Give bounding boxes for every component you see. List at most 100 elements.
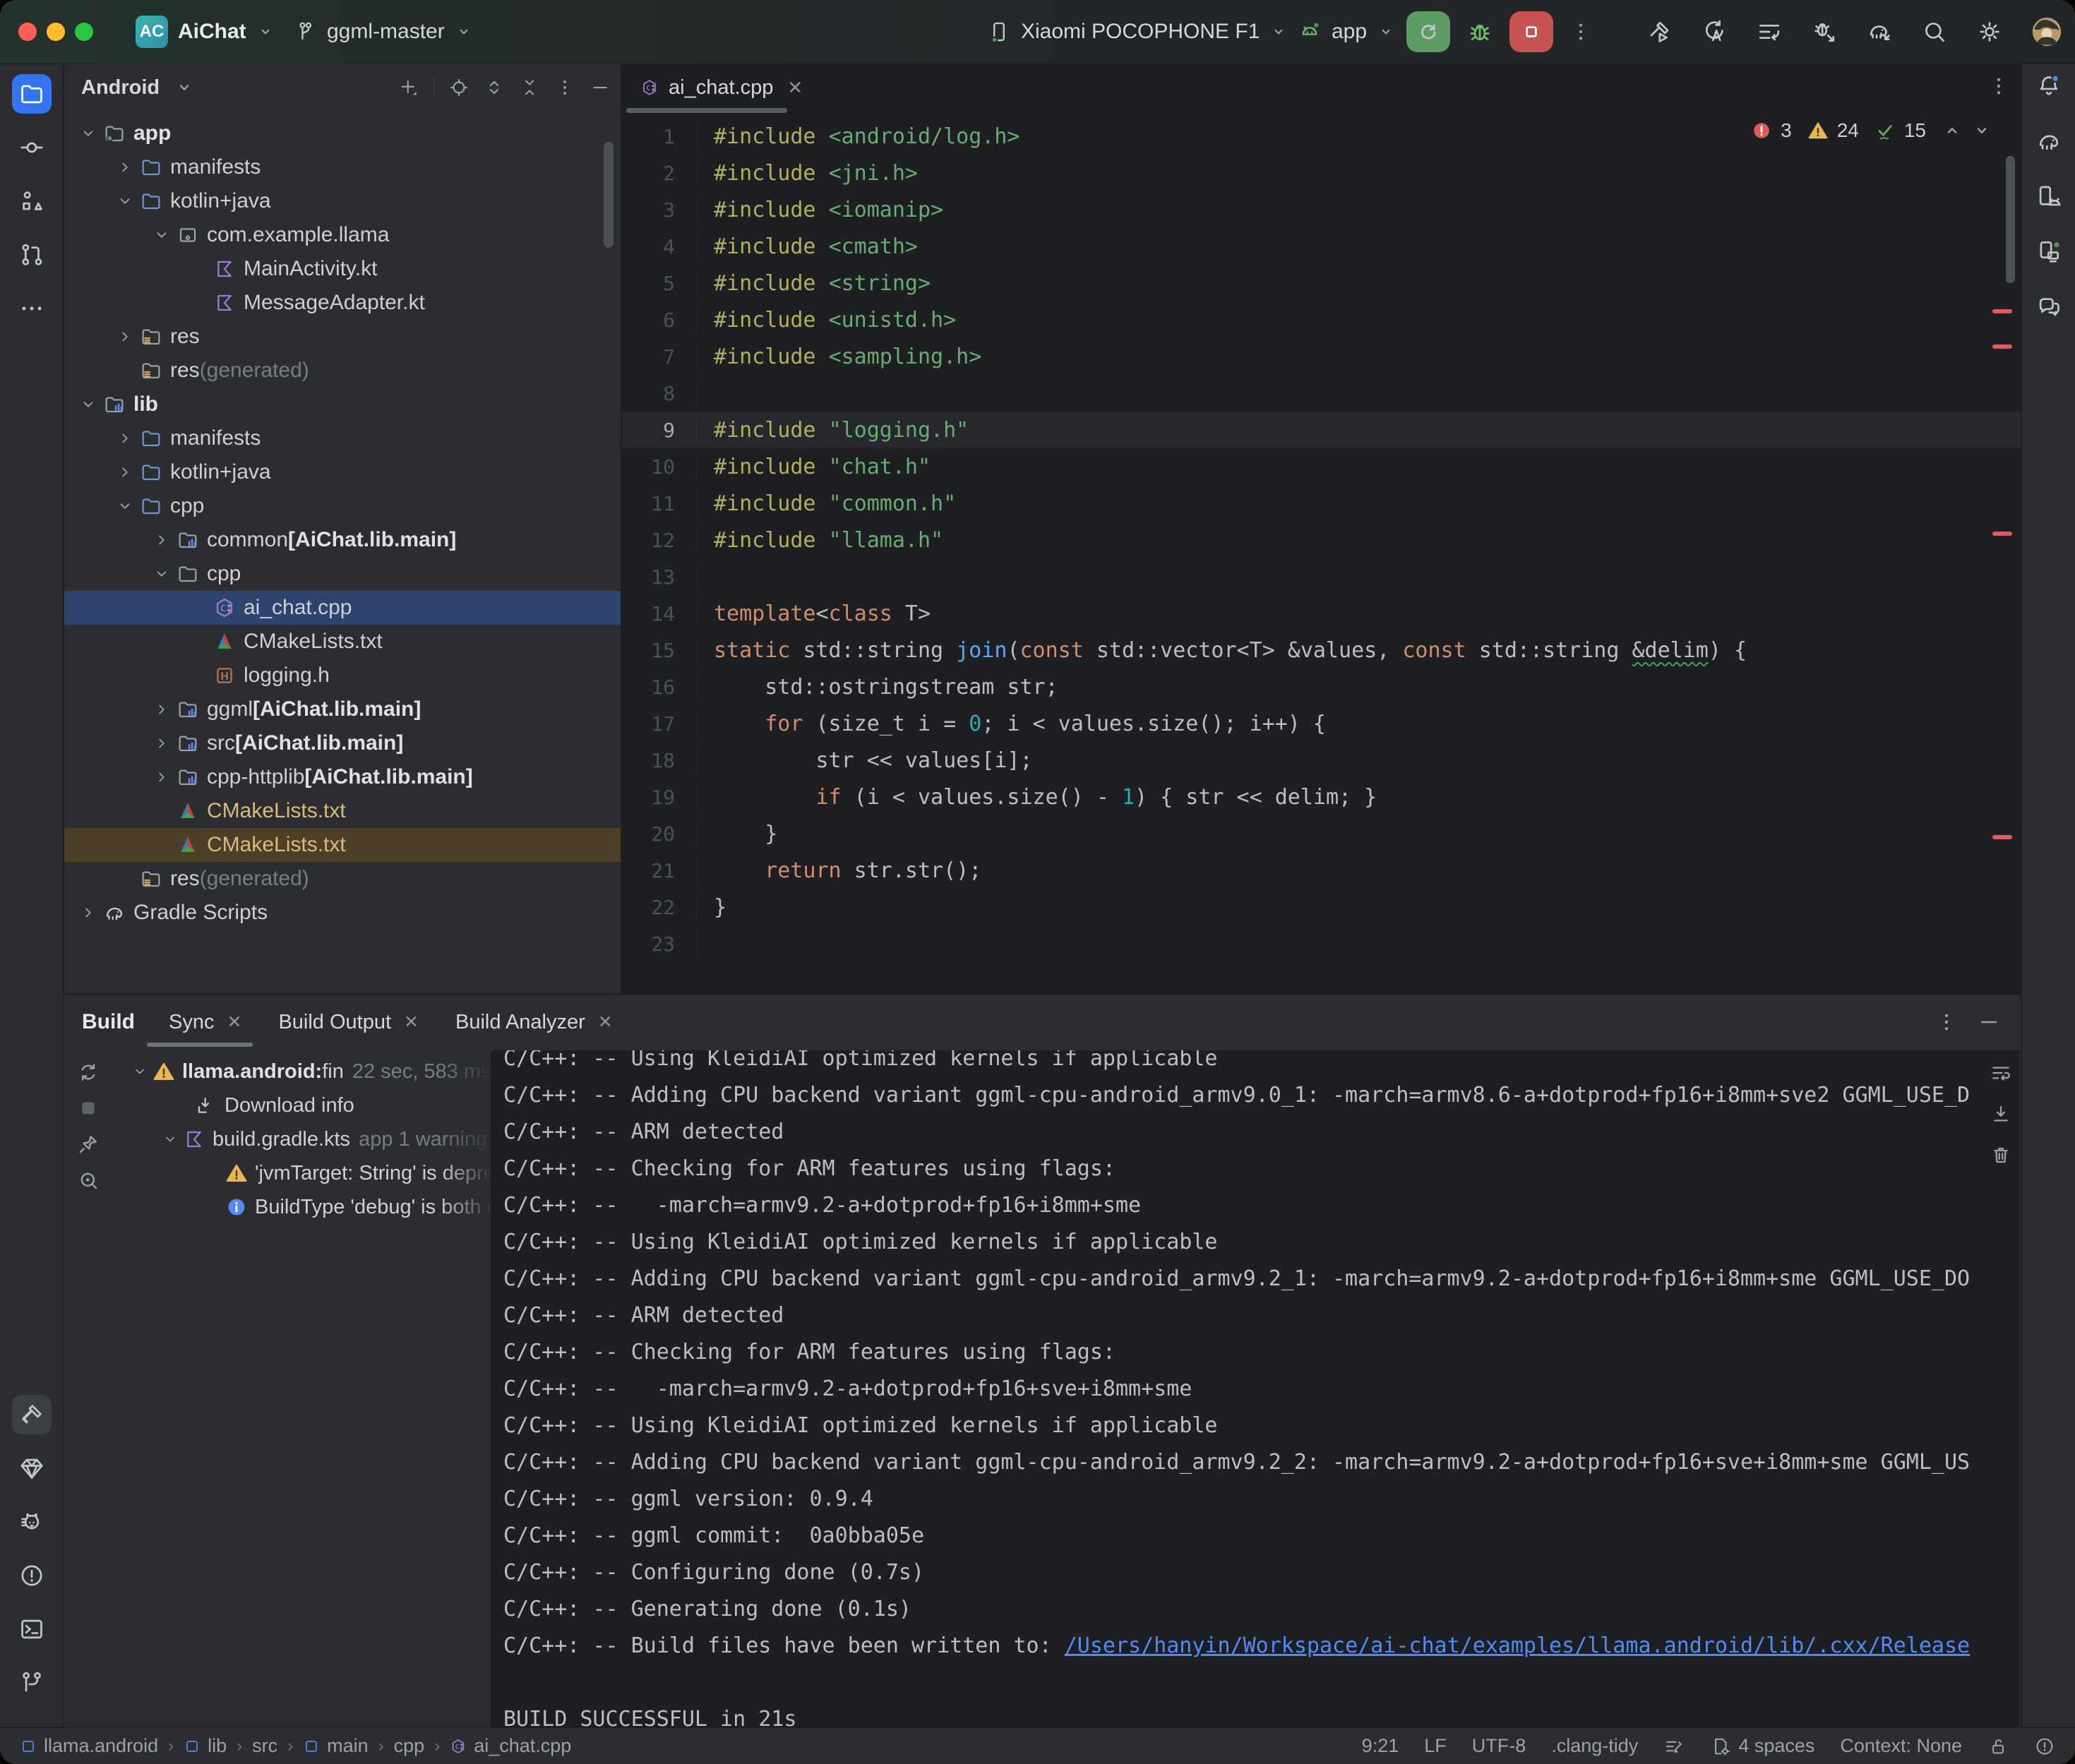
locate-file-button[interactable] bbox=[448, 77, 470, 98]
code-line[interactable]: 3#include <iomanip> bbox=[622, 191, 2021, 228]
breadcrumb-item[interactable]: lib bbox=[184, 1735, 227, 1757]
tree-item[interactable]: cpp-httplib [AiChat.lib.main] bbox=[64, 760, 621, 794]
rerun-button[interactable] bbox=[1406, 11, 1450, 52]
next-problem-icon[interactable] bbox=[1971, 120, 1992, 141]
tree-item[interactable]: res bbox=[64, 320, 621, 354]
tool-structure-button[interactable] bbox=[12, 181, 52, 221]
code-line[interactable]: 19 if (i < values.size() - 1) { str << d… bbox=[622, 779, 2021, 815]
gemini-chat-icon[interactable] bbox=[2035, 293, 2062, 320]
settings-icon[interactable] bbox=[1976, 18, 2003, 45]
breadcrumb-item[interactable]: main bbox=[303, 1735, 369, 1757]
tree-item[interactable]: res (generated) bbox=[64, 862, 621, 896]
restart-build-icon[interactable] bbox=[76, 1060, 100, 1084]
code-line[interactable]: 18 str << values[i]; bbox=[622, 742, 2021, 779]
chevron-right-icon[interactable] bbox=[76, 902, 101, 923]
linter[interactable]: .clang-tidy bbox=[1551, 1735, 1638, 1757]
code-line[interactable]: 8 bbox=[622, 375, 2021, 412]
console-link[interactable]: /Users/hanyin/Workspace/ai-chat/examples… bbox=[1065, 1633, 1970, 1658]
code-line[interactable]: 9#include "logging.h" bbox=[622, 412, 2021, 448]
build-tree-item[interactable]: Download info bbox=[113, 1088, 493, 1122]
stop-build-icon[interactable] bbox=[76, 1096, 100, 1120]
zoom-window-button[interactable] bbox=[75, 23, 93, 41]
gradle-sync-icon[interactable] bbox=[1866, 18, 1893, 45]
tool-build-button[interactable] bbox=[12, 1395, 52, 1434]
error-stripe-mark[interactable] bbox=[1992, 532, 2012, 536]
tree-item[interactable]: Gradle Scripts bbox=[64, 896, 621, 930]
hide-panel-button[interactable] bbox=[1977, 1010, 2001, 1034]
tool-problems-button[interactable] bbox=[12, 1556, 52, 1595]
code-line[interactable]: 17 for (size_t i = 0; i < values.size();… bbox=[622, 705, 2021, 742]
code-line[interactable]: 20 } bbox=[622, 815, 2021, 852]
scroll-to-end-icon[interactable] bbox=[1990, 1103, 2012, 1125]
code-line[interactable]: 14template<class T> bbox=[622, 595, 2021, 632]
stop-button[interactable] bbox=[1509, 11, 1553, 52]
encoding[interactable]: UTF-8 bbox=[1472, 1735, 1526, 1757]
build-tree-item[interactable]: 'jvmTarget: String' is deprec bbox=[113, 1156, 493, 1190]
editor-scrollbar[interactable] bbox=[2006, 156, 2015, 283]
more-actions-button[interactable] bbox=[1569, 20, 1593, 44]
chevron-right-icon[interactable] bbox=[149, 733, 174, 754]
breadcrumb-item[interactable]: src bbox=[252, 1735, 277, 1757]
tree-item[interactable]: MainActivity.kt bbox=[64, 252, 621, 286]
tab-sync[interactable]: Sync✕ bbox=[169, 1011, 241, 1034]
tree-item[interactable]: Hlogging.h bbox=[64, 659, 621, 692]
tree-item[interactable]: Cai_chat.cpp bbox=[64, 591, 621, 625]
chevron-right-icon[interactable] bbox=[112, 326, 138, 347]
show-options-icon[interactable] bbox=[76, 1168, 100, 1192]
lock-open-icon[interactable] bbox=[1987, 1736, 2009, 1757]
running-devices-icon[interactable] bbox=[2035, 238, 2062, 265]
tree-item[interactable]: common [AiChat.lib.main] bbox=[64, 523, 621, 557]
tool-logcat-button[interactable] bbox=[12, 1502, 52, 1542]
tree-item[interactable]: CMakeLists.txt bbox=[64, 828, 621, 862]
build-tree-item[interactable]: build.gradle.ktsapp 1 warning bbox=[113, 1122, 493, 1156]
tree-item[interactable]: kotlin+java bbox=[64, 455, 621, 489]
build-console[interactable]: C/C++: -- Using KleidiAI optimized kerne… bbox=[491, 1050, 2019, 1727]
tab-build-analyzer[interactable]: Build Analyzer✕ bbox=[455, 1011, 613, 1034]
code-line[interactable]: 21 return str.str(); bbox=[622, 852, 2021, 889]
tree-item[interactable]: kotlin+java bbox=[64, 184, 621, 218]
gradle-elephant-icon[interactable] bbox=[2035, 128, 2062, 155]
more-tools-button[interactable] bbox=[12, 289, 52, 328]
tree-item[interactable]: src [AiChat.lib.main] bbox=[64, 726, 621, 760]
tree-item[interactable]: MessageAdapter.kt bbox=[64, 286, 621, 320]
inspections-settings-icon[interactable] bbox=[1663, 1736, 1685, 1757]
build-run-icon[interactable] bbox=[1646, 18, 1673, 45]
error-stripe-mark[interactable] bbox=[1992, 344, 2012, 349]
tree-item[interactable]: cpp bbox=[64, 489, 621, 523]
tool-aqi-button[interactable] bbox=[12, 1448, 52, 1488]
code-line[interactable]: 16 std::ostringstream str; bbox=[622, 668, 2021, 705]
breadcrumb-item[interactable]: Cai_chat.cpp bbox=[450, 1735, 571, 1757]
chevron-down-icon[interactable] bbox=[149, 224, 174, 246]
tab-build-output[interactable]: Build Output✕ bbox=[278, 1011, 419, 1034]
panel-options-button[interactable] bbox=[1935, 1010, 1959, 1034]
sync-translate-icon[interactable] bbox=[1701, 18, 1728, 45]
indent-setting[interactable]: 4 spaces bbox=[1710, 1735, 1814, 1757]
code-line[interactable]: 23 bbox=[622, 925, 2021, 962]
close-tab-icon[interactable]: ✕ bbox=[787, 77, 803, 99]
tree-item[interactable]: lib bbox=[64, 388, 621, 421]
soft-wrap-icon[interactable] bbox=[1990, 1062, 2012, 1084]
chevron-right-icon[interactable] bbox=[149, 529, 174, 551]
build-tree-item[interactable]: BuildType 'debug' is both de bbox=[113, 1190, 493, 1224]
project-scrollbar[interactable] bbox=[604, 142, 614, 248]
attach-debugger-icon[interactable] bbox=[1811, 18, 1838, 45]
chevron-down-icon[interactable] bbox=[112, 191, 138, 212]
minimize-window-button[interactable] bbox=[47, 23, 65, 41]
close-window-button[interactable] bbox=[18, 23, 37, 41]
clear-console-icon[interactable] bbox=[1990, 1144, 2012, 1166]
inspections-widget[interactable]: 3 24 15 bbox=[1751, 119, 1992, 142]
profiler-icon[interactable] bbox=[1756, 18, 1783, 45]
tree-item[interactable]: ggml [AiChat.lib.main] bbox=[64, 692, 621, 726]
tree-item[interactable]: manifests bbox=[64, 421, 621, 455]
chevron-right-icon[interactable] bbox=[112, 428, 138, 449]
tree-item[interactable]: manifests bbox=[64, 150, 621, 184]
close-tab-icon[interactable]: ✕ bbox=[404, 1012, 419, 1033]
tree-item[interactable]: CMakeLists.txt bbox=[64, 794, 621, 828]
expand-all-button[interactable] bbox=[484, 77, 505, 98]
device-selector[interactable]: Xiaomi POCOPHONE F1 bbox=[987, 0, 1288, 64]
code-line[interactable]: 4#include <cmath> bbox=[622, 228, 2021, 265]
code-line[interactable]: 7#include <sampling.h> bbox=[622, 338, 2021, 375]
close-tab-icon[interactable]: ✕ bbox=[598, 1012, 613, 1033]
tool-commit-button[interactable] bbox=[12, 128, 52, 167]
search-everywhere-icon[interactable] bbox=[1921, 18, 1948, 45]
